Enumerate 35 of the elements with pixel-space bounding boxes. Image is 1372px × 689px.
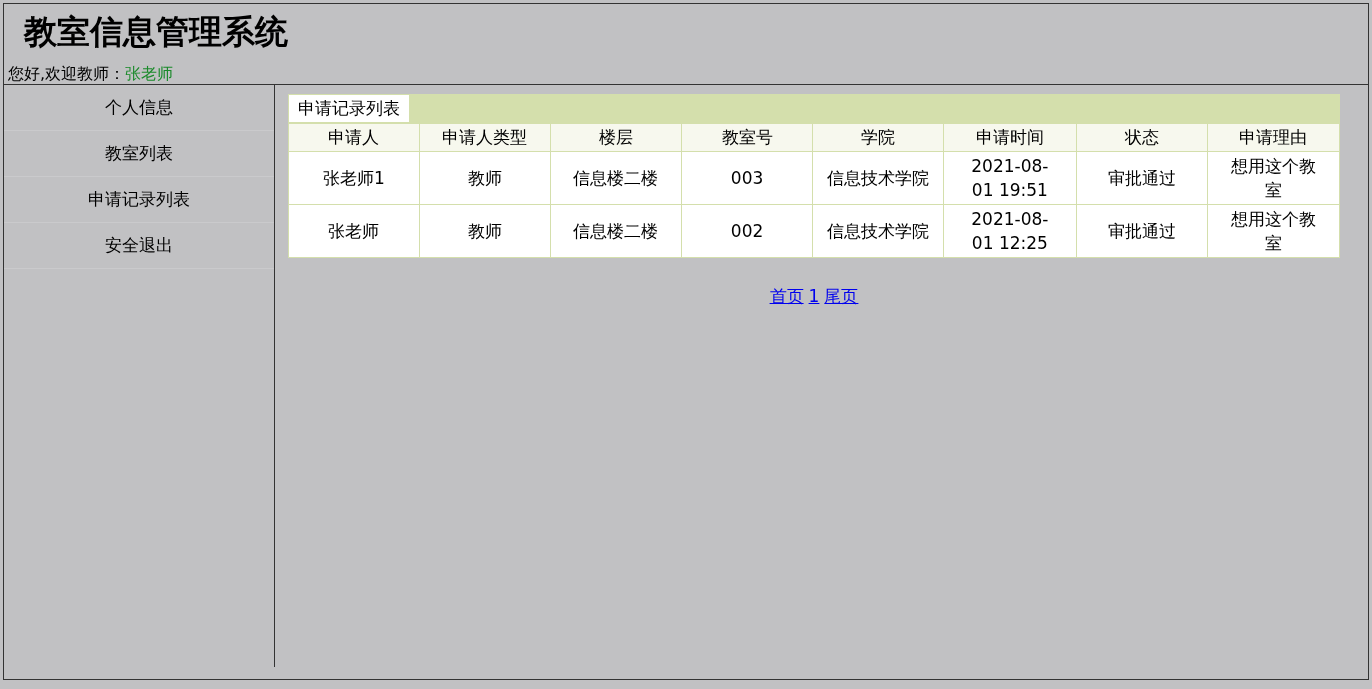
sidebar-item[interactable]: 教室列表	[4, 131, 274, 177]
greeting-text: 您好,欢迎教师：	[8, 64, 126, 84]
column-header: 状态	[1076, 123, 1208, 152]
table-cell: 2021-08-01 19:51	[943, 151, 1077, 205]
pagination-link[interactable]: 首页	[769, 284, 804, 310]
pagination-link[interactable]: 尾页	[824, 284, 859, 310]
table-cell: 003	[681, 151, 813, 205]
panel-tab[interactable]: 申请记录列表	[288, 94, 410, 123]
table-cell: 审批通过	[1076, 151, 1208, 205]
table-cell: 信息技术学院	[812, 204, 944, 258]
column-header: 申请人类型	[419, 123, 551, 152]
table-cell: 审批通过	[1076, 204, 1208, 258]
table-cell: 想用这个教室	[1207, 151, 1340, 205]
sidebar-item[interactable]: 个人信息	[4, 85, 274, 131]
table-cell: 教师	[419, 151, 551, 205]
app-title: 教室信息管理系统	[22, 12, 288, 52]
table-cell: 信息技术学院	[812, 151, 944, 205]
sidebar-item[interactable]: 申请记录列表	[4, 177, 274, 223]
column-header: 申请理由	[1207, 123, 1340, 152]
column-header: 楼层	[550, 123, 682, 152]
table-cell: 信息楼二楼	[550, 204, 682, 258]
table-cell: 002	[681, 204, 813, 258]
table-cell: 张老师	[288, 204, 420, 258]
pagination-link[interactable]: 1	[808, 284, 820, 310]
sidebar-item[interactable]: 安全退出	[4, 223, 274, 269]
table-cell: 张老师1	[288, 151, 420, 205]
table-cell: 教师	[419, 204, 551, 258]
table-cell: 信息楼二楼	[550, 151, 682, 205]
column-header: 学院	[812, 123, 944, 152]
table-cell: 想用这个教室	[1207, 204, 1340, 258]
column-header: 申请时间	[943, 123, 1077, 152]
table-cell: 2021-08-01 12:25	[943, 204, 1077, 258]
column-header: 教室号	[681, 123, 813, 152]
user-name: 张老师	[125, 64, 174, 84]
column-header: 申请人	[288, 123, 420, 152]
